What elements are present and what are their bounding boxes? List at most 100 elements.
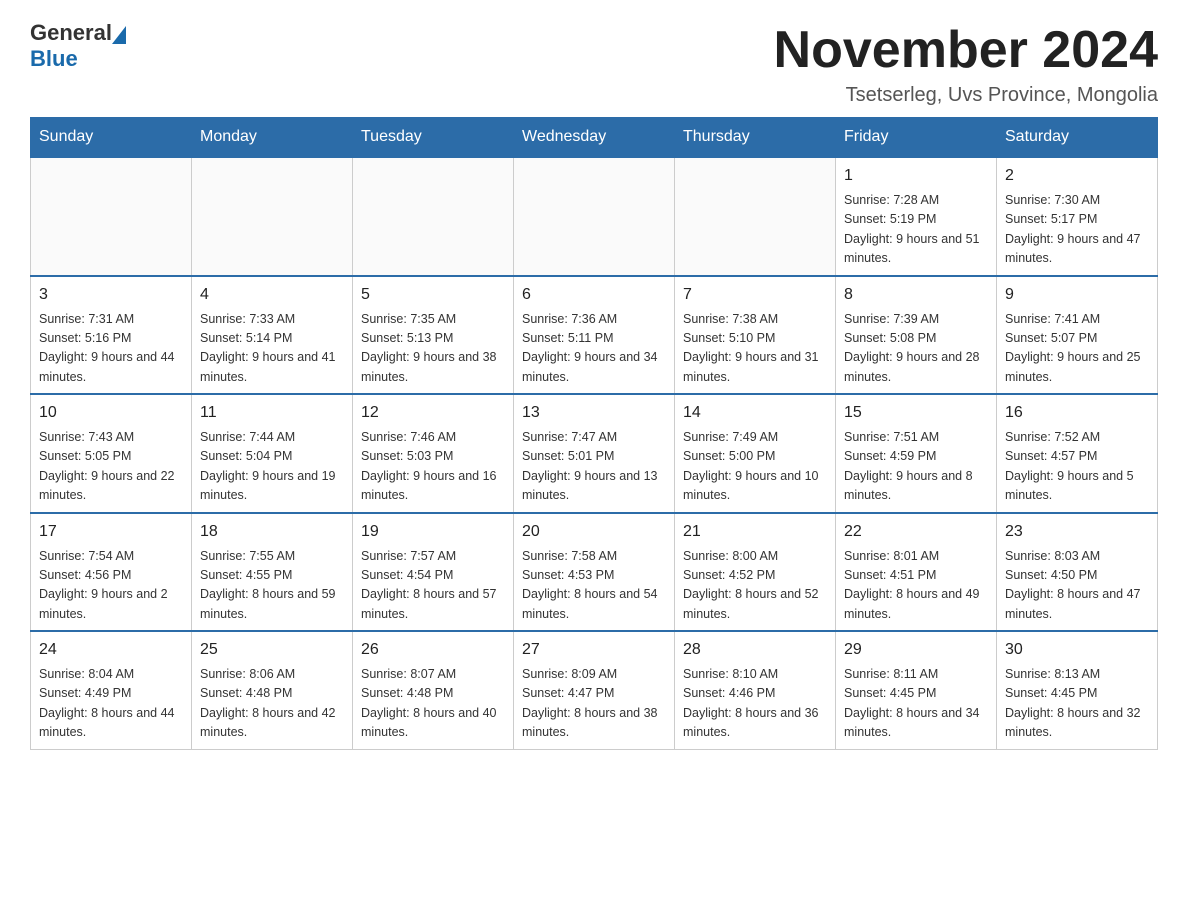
calendar-table: SundayMondayTuesdayWednesdayThursdayFrid… [30, 117, 1158, 750]
calendar-cell-w5-d2: 25 Sunrise: 8:06 AMSunset: 4:48 PMDayligh… [192, 631, 353, 749]
day-number: 15 [844, 401, 988, 425]
calendar-cell-w4-d3: 19 Sunrise: 7:57 AMSunset: 4:54 PMDayligh… [353, 513, 514, 632]
day-number: 23 [1005, 520, 1149, 544]
calendar-cell-w2-d7: 9 Sunrise: 7:41 AMSunset: 5:07 PMDaylight… [997, 276, 1158, 395]
header-sunday: Sunday [31, 118, 192, 158]
calendar-week-3: 10 Sunrise: 7:43 AMSunset: 5:05 PMDayligh… [31, 394, 1158, 513]
calendar-cell-w1-d5 [675, 157, 836, 276]
day-info: Sunrise: 7:57 AMSunset: 4:54 PMDaylight:… [361, 547, 505, 625]
day-number: 17 [39, 520, 183, 544]
day-number: 5 [361, 283, 505, 307]
calendar-cell-w3-d4: 13 Sunrise: 7:47 AMSunset: 5:01 PMDayligh… [514, 394, 675, 513]
day-info: Sunrise: 7:46 AMSunset: 5:03 PMDaylight:… [361, 428, 505, 506]
calendar-cell-w3-d5: 14 Sunrise: 7:49 AMSunset: 5:00 PMDayligh… [675, 394, 836, 513]
day-number: 28 [683, 638, 827, 662]
day-number: 25 [200, 638, 344, 662]
day-number: 20 [522, 520, 666, 544]
header-tuesday: Tuesday [353, 118, 514, 158]
page-header: General Blue November 2024 Tsetserleg, U… [30, 20, 1158, 107]
day-info: Sunrise: 8:04 AMSunset: 4:49 PMDaylight:… [39, 665, 183, 743]
day-number: 10 [39, 401, 183, 425]
day-number: 16 [1005, 401, 1149, 425]
header-friday: Friday [836, 118, 997, 158]
logo-text-general: General [30, 20, 112, 46]
calendar-cell-w1-d7: 2Sunrise: 7:30 AMSunset: 5:17 PMDaylight… [997, 157, 1158, 276]
header-monday: Monday [192, 118, 353, 158]
day-number: 1 [844, 164, 988, 188]
day-info: Sunrise: 7:44 AMSunset: 5:04 PMDaylight:… [200, 428, 344, 506]
day-info: Sunrise: 7:47 AMSunset: 5:01 PMDaylight:… [522, 428, 666, 506]
calendar-cell-w1-d4 [514, 157, 675, 276]
calendar-cell-w1-d3 [353, 157, 514, 276]
calendar-title: November 2024 [774, 20, 1158, 80]
logo[interactable]: General Blue [30, 20, 126, 72]
logo-triangle-icon [112, 26, 126, 44]
calendar-cell-w1-d1 [31, 157, 192, 276]
day-info: Sunrise: 7:51 AMSunset: 4:59 PMDaylight:… [844, 428, 988, 506]
header-thursday: Thursday [675, 118, 836, 158]
day-info: Sunrise: 8:01 AMSunset: 4:51 PMDaylight:… [844, 547, 988, 625]
day-info: Sunrise: 7:31 AMSunset: 5:16 PMDaylight:… [39, 310, 183, 388]
day-number: 29 [844, 638, 988, 662]
calendar-cell-w5-d4: 27 Sunrise: 8:09 AMSunset: 4:47 PMDayligh… [514, 631, 675, 749]
calendar-cell-w5-d3: 26 Sunrise: 8:07 AMSunset: 4:48 PMDayligh… [353, 631, 514, 749]
day-info: Sunrise: 8:00 AMSunset: 4:52 PMDaylight:… [683, 547, 827, 625]
calendar-cell-w5-d5: 28 Sunrise: 8:10 AMSunset: 4:46 PMDayligh… [675, 631, 836, 749]
calendar-cell-w3-d6: 15 Sunrise: 7:51 AMSunset: 4:59 PMDayligh… [836, 394, 997, 513]
day-number: 12 [361, 401, 505, 425]
day-info: Sunrise: 7:38 AMSunset: 5:10 PMDaylight:… [683, 310, 827, 388]
day-number: 4 [200, 283, 344, 307]
day-info: Sunrise: 7:52 AMSunset: 4:57 PMDaylight:… [1005, 428, 1149, 506]
header-wednesday: Wednesday [514, 118, 675, 158]
day-info: Sunrise: 7:54 AMSunset: 4:56 PMDaylight:… [39, 547, 183, 625]
day-number: 26 [361, 638, 505, 662]
calendar-week-4: 17 Sunrise: 7:54 AMSunset: 4:56 PMDayligh… [31, 513, 1158, 632]
day-number: 13 [522, 401, 666, 425]
calendar-header-row: SundayMondayTuesdayWednesdayThursdayFrid… [31, 118, 1158, 158]
day-info: Sunrise: 7:35 AMSunset: 5:13 PMDaylight:… [361, 310, 505, 388]
day-number: 27 [522, 638, 666, 662]
day-info: Sunrise: 7:43 AMSunset: 5:05 PMDaylight:… [39, 428, 183, 506]
day-info: Sunrise: 8:07 AMSunset: 4:48 PMDaylight:… [361, 665, 505, 743]
day-number: 24 [39, 638, 183, 662]
calendar-cell-w5-d1: 24 Sunrise: 8:04 AMSunset: 4:49 PMDayligh… [31, 631, 192, 749]
calendar-cell-w5-d6: 29 Sunrise: 8:11 AMSunset: 4:45 PMDayligh… [836, 631, 997, 749]
day-info: Sunrise: 7:49 AMSunset: 5:00 PMDaylight:… [683, 428, 827, 506]
calendar-cell-w3-d1: 10 Sunrise: 7:43 AMSunset: 5:05 PMDayligh… [31, 394, 192, 513]
calendar-cell-w2-d4: 6Sunrise: 7:36 AMSunset: 5:11 PMDaylight… [514, 276, 675, 395]
day-info: Sunrise: 8:11 AMSunset: 4:45 PMDaylight:… [844, 665, 988, 743]
calendar-cell-w4-d1: 17 Sunrise: 7:54 AMSunset: 4:56 PMDayligh… [31, 513, 192, 632]
day-info: Sunrise: 7:55 AMSunset: 4:55 PMDaylight:… [200, 547, 344, 625]
calendar-cell-w1-d6: 1 Sunrise: 7:28 AMSunset: 5:19 PMDaylight… [836, 157, 997, 276]
day-info: Sunrise: 7:28 AMSunset: 5:19 PMDaylight:… [844, 191, 988, 269]
calendar-cell-w2-d6: 8Sunrise: 7:39 AMSunset: 5:08 PMDaylight… [836, 276, 997, 395]
calendar-cell-w3-d3: 12 Sunrise: 7:46 AMSunset: 5:03 PMDayligh… [353, 394, 514, 513]
day-number: 21 [683, 520, 827, 544]
calendar-subtitle: Tsetserleg, Uvs Province, Mongolia [774, 84, 1158, 107]
calendar-cell-w2-d2: 4 Sunrise: 7:33 AMSunset: 5:14 PMDaylight… [192, 276, 353, 395]
calendar-cell-w4-d5: 21 Sunrise: 8:00 AMSunset: 4:52 PMDayligh… [675, 513, 836, 632]
day-info: Sunrise: 7:41 AMSunset: 5:07 PMDaylight:… [1005, 310, 1149, 388]
day-info: Sunrise: 7:58 AMSunset: 4:53 PMDaylight:… [522, 547, 666, 625]
header-saturday: Saturday [997, 118, 1158, 158]
day-info: Sunrise: 8:13 AMSunset: 4:45 PMDaylight:… [1005, 665, 1149, 743]
calendar-cell-w4-d4: 20 Sunrise: 7:58 AMSunset: 4:53 PMDayligh… [514, 513, 675, 632]
day-info: Sunrise: 8:10 AMSunset: 4:46 PMDaylight:… [683, 665, 827, 743]
day-info: Sunrise: 8:06 AMSunset: 4:48 PMDaylight:… [200, 665, 344, 743]
calendar-cell-w2-d5: 7Sunrise: 7:38 AMSunset: 5:10 PMDaylight… [675, 276, 836, 395]
day-info: Sunrise: 7:33 AMSunset: 5:14 PMDaylight:… [200, 310, 344, 388]
calendar-cell-w1-d2 [192, 157, 353, 276]
day-number: 3 [39, 283, 183, 307]
calendar-cell-w4-d2: 18Sunrise: 7:55 AMSunset: 4:55 PMDayligh… [192, 513, 353, 632]
day-number: 30 [1005, 638, 1149, 662]
day-number: 6 [522, 283, 666, 307]
day-number: 9 [1005, 283, 1149, 307]
logo-text-blue: Blue [30, 46, 78, 71]
calendar-cell-w2-d1: 3 Sunrise: 7:31 AMSunset: 5:16 PMDaylight… [31, 276, 192, 395]
calendar-week-1: 1 Sunrise: 7:28 AMSunset: 5:19 PMDaylight… [31, 157, 1158, 276]
day-info: Sunrise: 8:09 AMSunset: 4:47 PMDaylight:… [522, 665, 666, 743]
day-number: 19 [361, 520, 505, 544]
day-info: Sunrise: 7:39 AMSunset: 5:08 PMDaylight:… [844, 310, 988, 388]
day-number: 14 [683, 401, 827, 425]
day-number: 11 [200, 401, 344, 425]
